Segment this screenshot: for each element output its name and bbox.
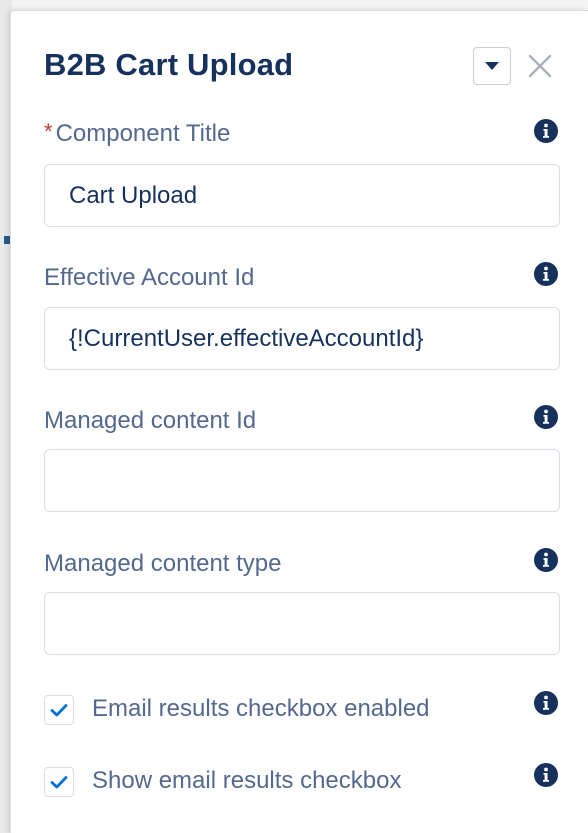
show-email-results-checkbox[interactable]: [44, 767, 74, 797]
checkmark-icon: [50, 704, 68, 717]
close-button[interactable]: [525, 51, 555, 81]
effective-account-id-input[interactable]: [44, 307, 560, 370]
show-email-results-label[interactable]: Show email results checkbox: [92, 767, 401, 795]
component-title-label-text: Component Title: [55, 120, 231, 147]
managed-content-id-label: Managed content Id: [44, 407, 257, 434]
email-results-enabled-checkbox[interactable]: [44, 695, 74, 725]
info-icon[interactable]: [533, 690, 559, 716]
component-title-input[interactable]: [44, 164, 560, 227]
info-icon[interactable]: [533, 762, 559, 788]
managed-content-type-label: Managed content type: [44, 550, 282, 577]
managed-content-type-input[interactable]: [44, 592, 560, 655]
checkmark-icon: [50, 776, 68, 789]
chevron-down-icon: [485, 62, 499, 70]
panel-title: B2B Cart Upload: [44, 47, 294, 82]
collapse-button[interactable]: [473, 47, 511, 85]
info-icon[interactable]: [533, 547, 559, 573]
email-results-enabled-label[interactable]: Email results checkbox enabled: [92, 695, 430, 723]
effective-account-id-label: Effective Account Id: [44, 264, 255, 291]
info-icon[interactable]: [533, 404, 559, 430]
component-title-label: * Component Title: [44, 119, 231, 148]
close-icon: [528, 54, 552, 78]
required-indicator: *: [44, 119, 53, 144]
info-icon[interactable]: [533, 261, 559, 287]
property-editor-panel: B2B Cart Upload *Component Title Effecti…: [10, 10, 588, 833]
info-icon[interactable]: [533, 118, 559, 144]
managed-content-id-input[interactable]: [44, 449, 560, 512]
